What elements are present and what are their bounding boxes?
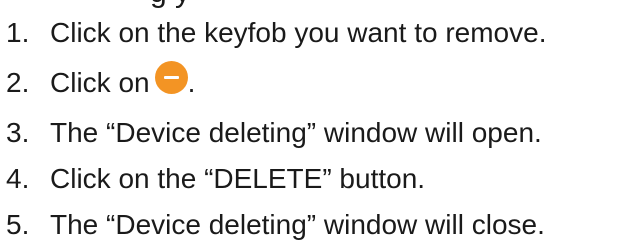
step-number: 5. [6, 209, 30, 240]
step-text: Click on the “DELETE” button. [50, 163, 426, 194]
step-number: 3. [6, 117, 30, 148]
step-text: Click on the keyfob you want to remove. [50, 17, 547, 48]
clipped-heading: g y [150, 0, 190, 8]
step-text-tail: . [187, 67, 196, 98]
step-4: 4. Click on the “DELETE” button. [6, 156, 618, 202]
minus-circle-icon [154, 60, 188, 94]
step-number: 2. [6, 67, 30, 98]
step-5: 5. The “Device deleting” window will clo… [6, 202, 618, 248]
step-3: 3. The “Device deleting” window will ope… [6, 110, 618, 156]
step-number: 4. [6, 163, 30, 194]
step-1: 1. Click on the keyfob you want to remov… [6, 10, 618, 56]
step-text: The “Device deleting” window will close. [50, 209, 545, 240]
step-2: 2. Click on . [6, 56, 618, 110]
instruction-steps: 1. Click on the keyfob you want to remov… [6, 10, 618, 248]
step-number: 1. [6, 17, 30, 48]
step-text: The “Device deleting” window will open. [50, 117, 542, 148]
step-text: Click on [50, 67, 150, 98]
